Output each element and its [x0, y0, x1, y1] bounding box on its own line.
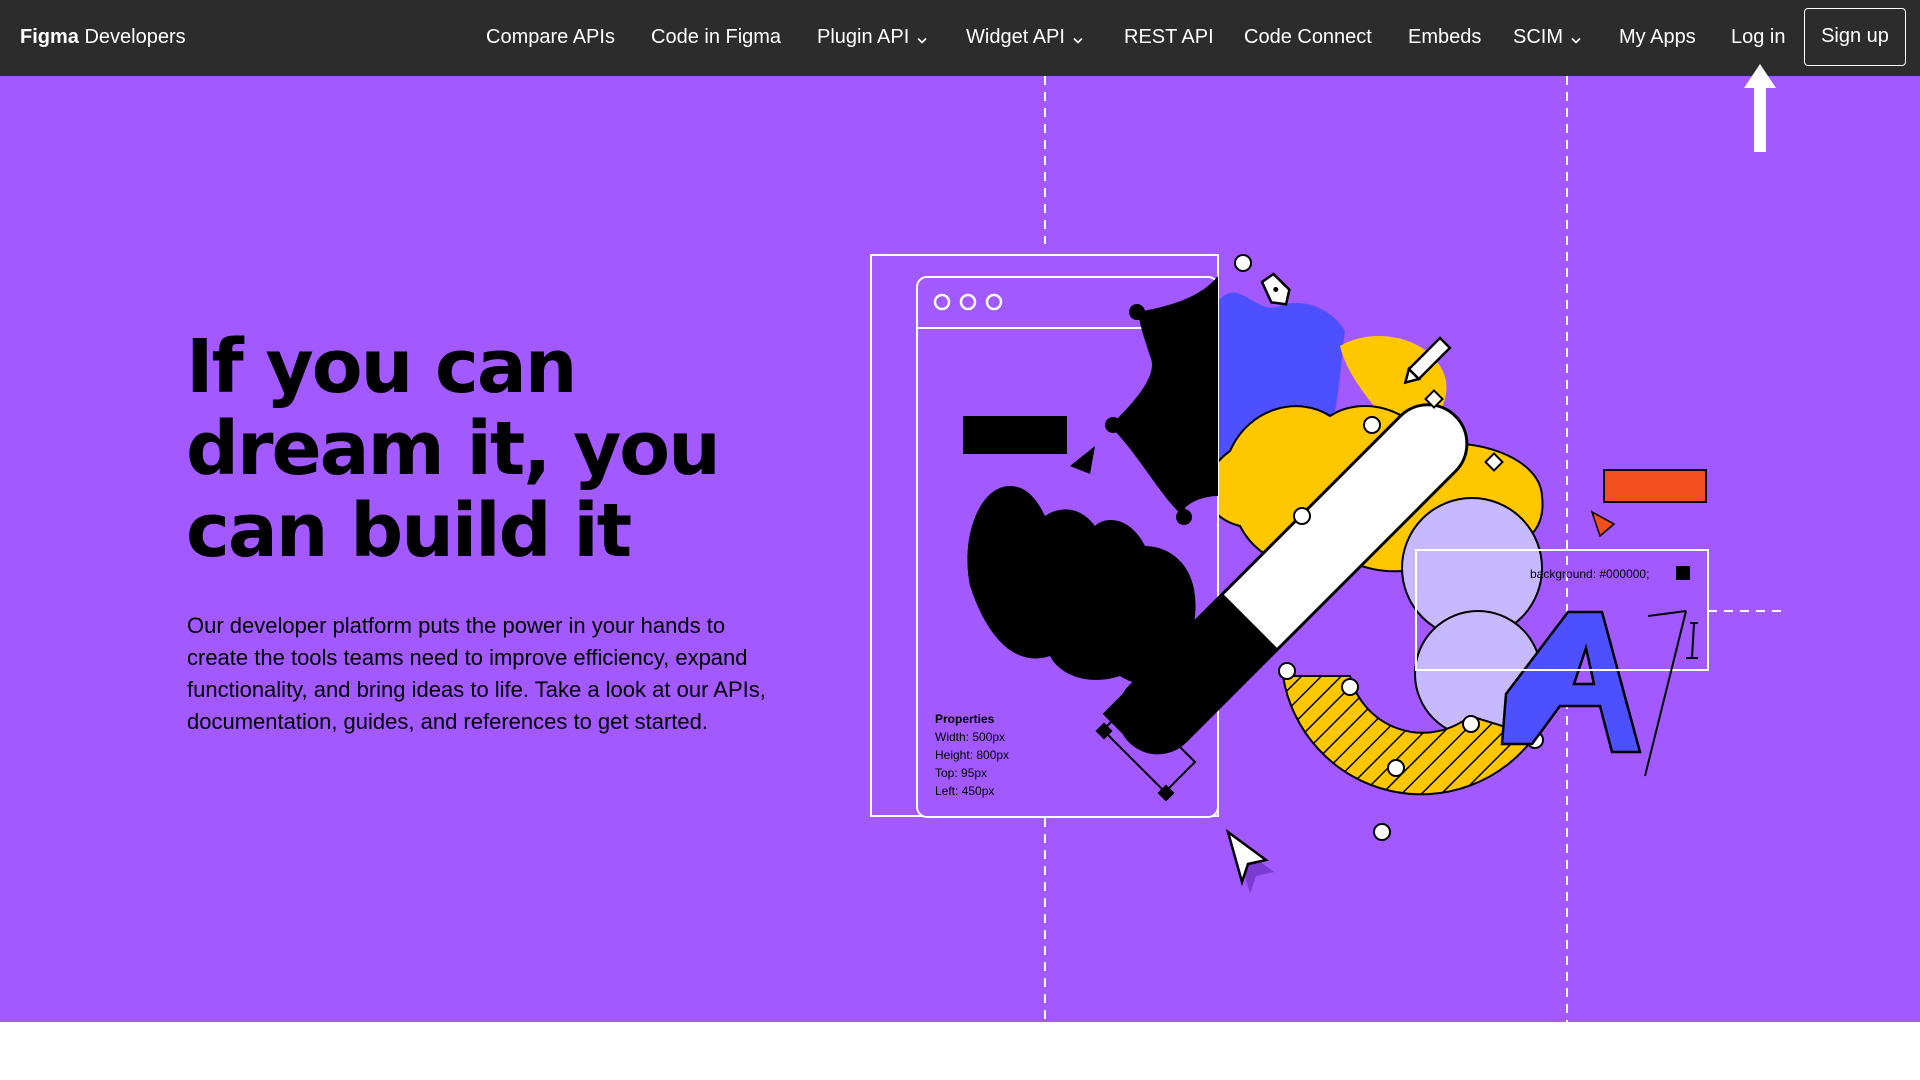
nav-dropdown-scim[interactable]: SCIM — [1513, 24, 1581, 51]
nav-link-label: My Apps — [1619, 26, 1696, 48]
nav-links: Compare APIs Code in Figma Plugin API Wi… — [0, 0, 1920, 76]
nav-link-rest-api[interactable]: REST API — [1124, 24, 1214, 50]
hero-illustration: background: #000000; Properties Width: 5… — [870, 76, 1782, 1022]
code-label: background: #000000; — [1530, 567, 1649, 581]
prop-top: Top: 95px — [935, 766, 987, 780]
orange-rect — [1603, 469, 1707, 503]
nav-dropdown-plugin-api[interactable]: Plugin API — [817, 24, 927, 51]
chevron-down-icon — [1571, 25, 1581, 51]
prop-left: Left: 450px — [935, 784, 994, 798]
prop-height: Height: 800px — [935, 748, 1009, 762]
nav-link-label: Code Connect — [1244, 26, 1372, 48]
nav-link-embeds[interactable]: Embeds — [1408, 24, 1481, 50]
prop-width: Width: 500px — [935, 730, 1005, 744]
nav-link-label: Compare APIs — [486, 26, 615, 48]
chevron-down-icon — [1073, 25, 1083, 51]
nav-link-code-in-figma[interactable]: Code in Figma — [651, 24, 781, 50]
nav-dropdown-widget-api[interactable]: Widget API — [966, 24, 1083, 51]
up-arrow-annotation — [1744, 64, 1776, 152]
nav-link-label: Embeds — [1408, 26, 1482, 48]
nav-link-label: SCIM — [1513, 26, 1563, 48]
properties-title: Properties — [935, 712, 995, 726]
nav-link-label: Widget API — [966, 26, 1065, 48]
top-navigation: Figma Developers Compare APIs Code in Fi… — [0, 0, 1920, 76]
black-rect — [963, 416, 1067, 454]
pointer-cursor-icon — [1225, 828, 1274, 894]
text-cursor-icon — [1644, 610, 1698, 777]
sign-up-label: Sign up — [1821, 25, 1889, 47]
nav-link-log-in[interactable]: Log in — [1731, 24, 1786, 50]
chevron-down-icon — [917, 25, 927, 51]
nav-link-code-connect[interactable]: Code Connect — [1244, 24, 1372, 50]
color-swatch — [1676, 566, 1690, 580]
nav-link-label: REST API — [1124, 26, 1214, 48]
orange-cursor-icon — [1590, 510, 1616, 538]
nav-link-compare-apis[interactable]: Compare APIs — [486, 24, 615, 50]
nav-link-label: Log in — [1731, 26, 1786, 48]
nav-link-label: Plugin API — [817, 26, 910, 48]
nav-link-my-apps[interactable]: My Apps — [1619, 24, 1696, 50]
hero-section: If you can dream it, you can build it Ou… — [0, 76, 1920, 1022]
sign-up-button[interactable]: Sign up — [1804, 8, 1906, 66]
nav-link-label: Code in Figma — [651, 26, 782, 48]
